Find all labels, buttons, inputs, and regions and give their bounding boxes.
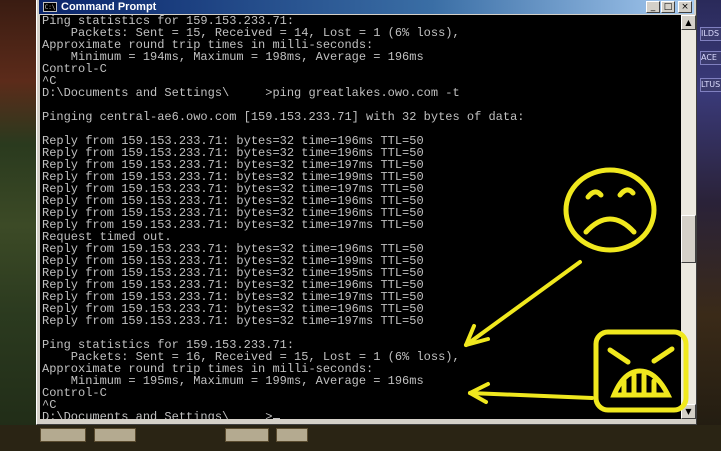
background-button: [94, 428, 136, 442]
background-tag: LTUS: [700, 78, 721, 92]
background-button: [40, 428, 86, 442]
scroll-down-arrow-icon[interactable]: ▼: [681, 404, 696, 419]
command-prompt-window: C:\ Command Prompt _ □ × Ping statistics…: [36, 0, 697, 425]
console-line: D:\Documents and Settings\ >ping greatla…: [42, 86, 460, 100]
maximize-button[interactable]: □: [661, 1, 675, 13]
window-title: Command Prompt: [61, 1, 157, 13]
console-prompt: D:\Documents and Settings\ >: [42, 410, 273, 419]
vertical-scrollbar[interactable]: ▲ ▼: [681, 15, 696, 419]
console-icon[interactable]: C:\: [43, 2, 57, 12]
background-tag: ACE: [700, 51, 721, 65]
text-cursor: [273, 418, 281, 419]
background-tag: ILDS: [700, 27, 721, 41]
scroll-up-arrow-icon[interactable]: ▲: [681, 15, 696, 30]
console-prompt-line[interactable]: D:\Documents and Settings\ >: [42, 410, 281, 419]
title-bar[interactable]: C:\ Command Prompt _ □ ×: [39, 0, 694, 14]
background-game-left: [0, 0, 36, 451]
background-button: [225, 428, 269, 442]
close-button[interactable]: ×: [678, 1, 692, 13]
minimize-button[interactable]: _: [646, 1, 660, 13]
console-line: Reply from 159.153.233.71: bytes=32 time…: [42, 314, 424, 328]
console-line: Pinging central-ae6.owo.com [159.153.233…: [42, 110, 525, 124]
console-output[interactable]: Ping statistics for 159.153.233.71: Pack…: [40, 15, 681, 419]
background-button: [276, 428, 308, 442]
scrollbar-thumb[interactable]: [681, 215, 696, 263]
background-game-right: [696, 0, 721, 451]
